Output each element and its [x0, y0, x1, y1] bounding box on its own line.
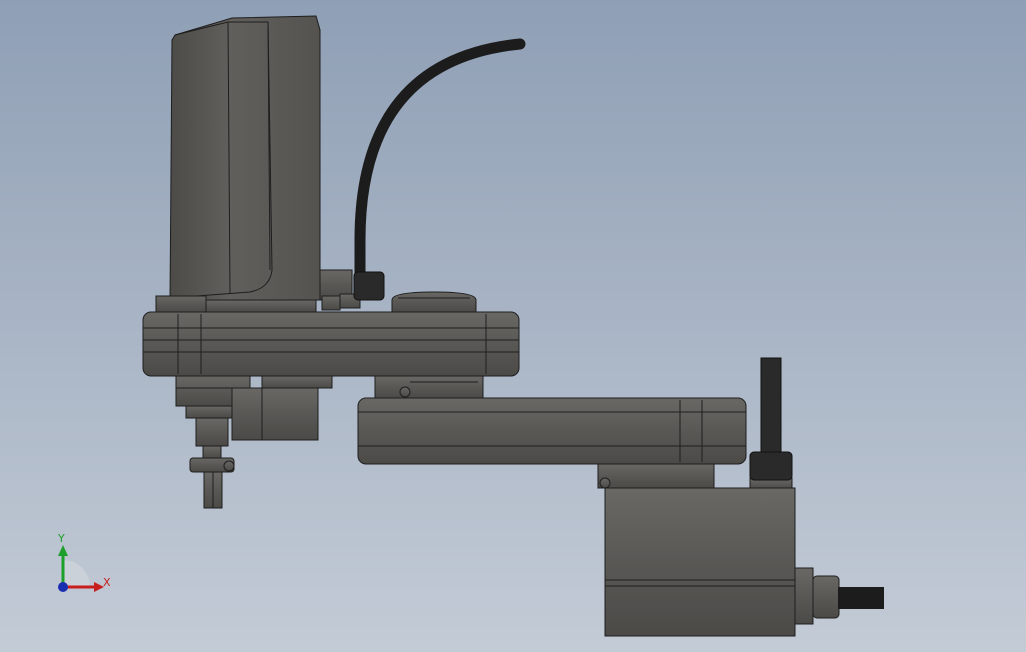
y-axis-label: Y: [58, 532, 65, 545]
z-axis-dot: [58, 582, 68, 592]
forearm-link: [357, 397, 747, 465]
x-axis-label: X: [103, 576, 111, 589]
elbow-joint: [374, 375, 484, 399]
upper-arm-link: [142, 311, 520, 377]
scara-robot-model[interactable]: [0, 0, 1026, 652]
cable-gland-right: [749, 451, 793, 481]
vertical-cable-post: [760, 357, 782, 455]
cad-viewport[interactable]: Y X: [0, 0, 1026, 652]
cable-gland-top: [353, 271, 385, 301]
